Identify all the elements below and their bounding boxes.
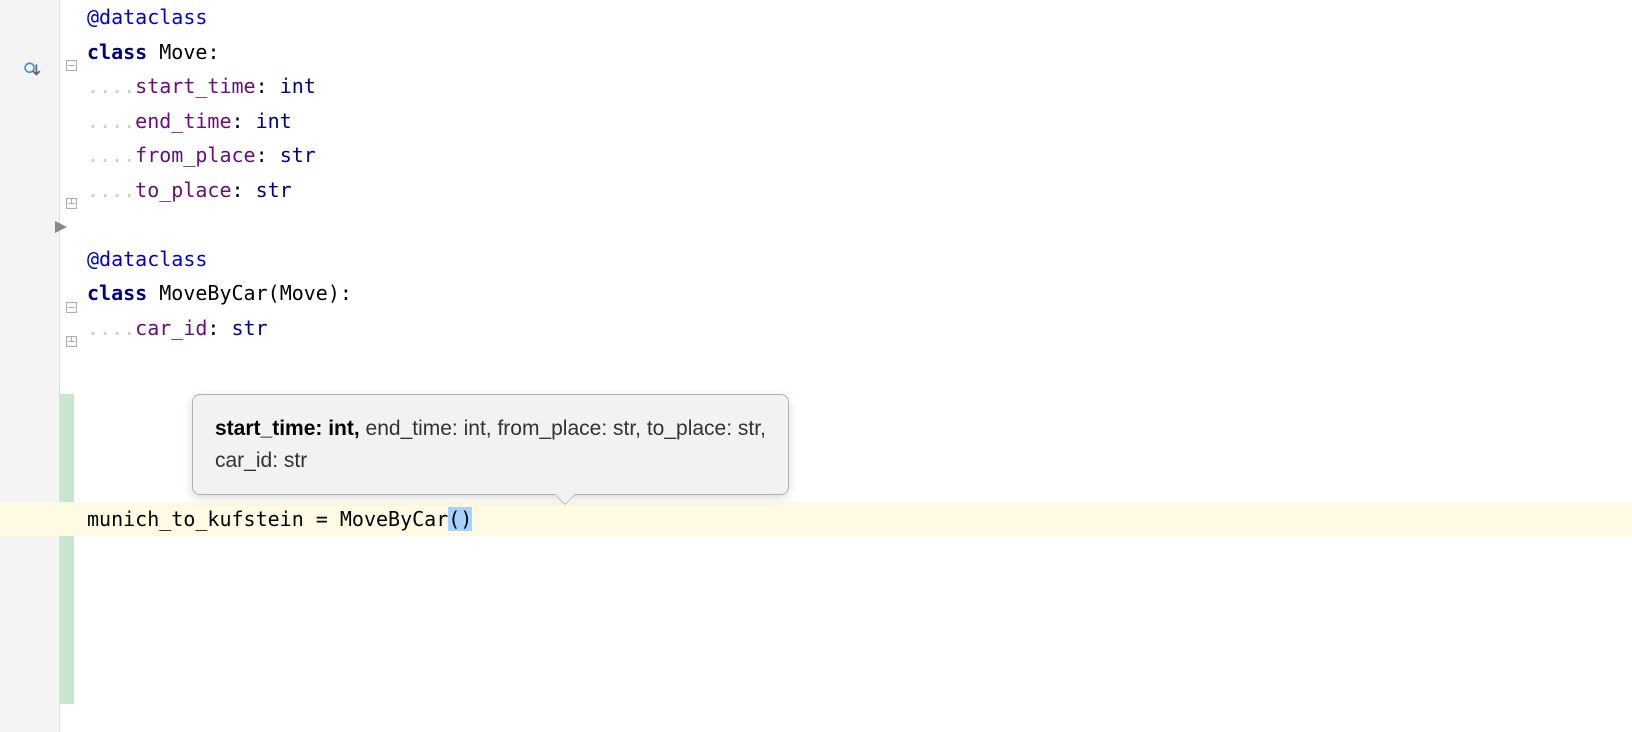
code-line: ....end_time: int bbox=[75, 104, 1632, 139]
parameter-info-tooltip: start_time: int, end_time: int, from_pla… bbox=[192, 394, 789, 495]
code-editor[interactable]: @dataclass class Move: ....start_time: i… bbox=[75, 0, 1632, 732]
override-down-icon[interactable] bbox=[24, 60, 42, 78]
code-line bbox=[75, 207, 1632, 242]
code-line: class MoveByCar(Move): bbox=[75, 276, 1632, 311]
gutter bbox=[0, 0, 60, 732]
code-line: @dataclass bbox=[75, 242, 1632, 277]
run-triangle-icon[interactable] bbox=[55, 214, 67, 238]
parameter-list: car_id: str bbox=[215, 449, 307, 472]
code-line: class Move: bbox=[75, 35, 1632, 70]
code-line: ....to_place: str bbox=[75, 173, 1632, 208]
parameter-list: end_time: int, from_place: str, to_place… bbox=[360, 417, 766, 440]
code-line: ....car_id: str bbox=[75, 311, 1632, 346]
code-line: @dataclass bbox=[75, 0, 1632, 35]
code-line: ....from_place: str bbox=[75, 138, 1632, 173]
code-line: munich_to_kufstein = MoveByCar() bbox=[75, 502, 1632, 537]
current-parameter: start_time: int, bbox=[215, 417, 360, 440]
caret-position: ( bbox=[448, 507, 460, 531]
code-line: ....start_time: int bbox=[75, 69, 1632, 104]
decorator: @dataclass bbox=[87, 5, 207, 29]
code-line bbox=[75, 345, 1632, 380]
vcs-change-marker bbox=[60, 394, 74, 704]
